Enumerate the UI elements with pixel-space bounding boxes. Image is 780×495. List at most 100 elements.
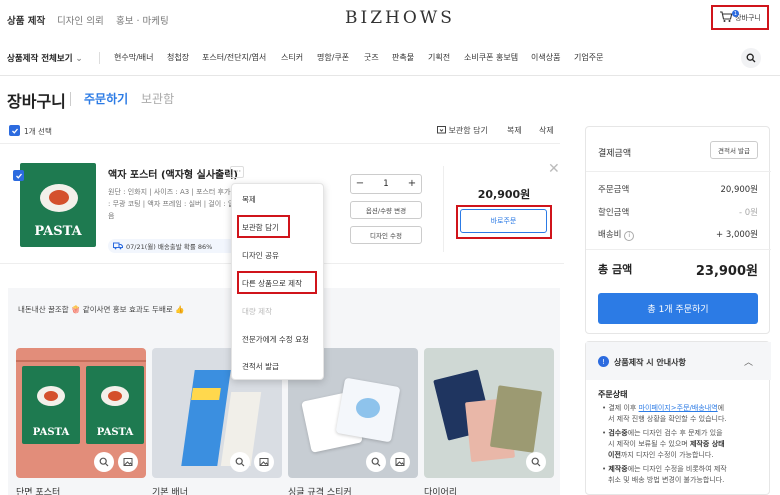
zoom-icon[interactable]	[366, 452, 386, 472]
cart-icon	[719, 10, 733, 26]
product-card-label[interactable]: 싱글 규격 스티커	[288, 485, 352, 495]
product-card-label[interactable]: 다이어리	[424, 485, 457, 495]
nav-product-making[interactable]: 상품 제작	[7, 13, 45, 27]
quantity-increase-button[interactable]: +	[405, 178, 419, 189]
product-thumbnail[interactable]: PASTA	[20, 163, 96, 247]
item-price: 20,900원	[477, 188, 531, 201]
logo[interactable]: BIZHOWS	[345, 8, 455, 28]
select-all-checkbox[interactable]	[9, 125, 20, 136]
hanging-rope	[16, 360, 146, 362]
cart-button[interactable]: 1 장바구니	[711, 5, 769, 30]
card-actions	[366, 452, 410, 472]
divider	[586, 171, 771, 172]
guide-text: 까지 디자인 수정이 가능합니다.	[620, 451, 714, 459]
menu-item-issue-quote[interactable]: 견적서 발급	[242, 361, 279, 372]
category-corporate[interactable]: 기업주문	[574, 52, 603, 63]
tab-saved[interactable]: 보관함	[141, 90, 174, 107]
quantity-value[interactable]: 1	[373, 179, 399, 189]
divider	[99, 52, 100, 64]
production-guide: ! 상품제작 시 안내사항 ︿ 주문상태 • 결제 이후 마이페이지>주문/배송…	[585, 341, 771, 495]
category-invitation[interactable]: 청첩장	[167, 52, 189, 63]
zoom-icon[interactable]	[230, 452, 250, 472]
chevron-up-icon[interactable]: ︿	[744, 355, 753, 368]
search-button[interactable]	[741, 48, 761, 68]
edit-design-button[interactable]: 디자인 수정	[350, 226, 422, 244]
category-promo-items[interactable]: 판촉물	[392, 52, 414, 63]
product-card-diary[interactable]	[424, 348, 554, 478]
guide-line: 취소 및 배송 방법 변경이 불가능합니다.	[608, 475, 768, 486]
menu-item-duplicate[interactable]: 복제	[242, 194, 256, 205]
guide-text: 시 제작이 보류될 수 있으며	[608, 440, 690, 448]
page-title: 장바구니	[7, 92, 66, 111]
guide-subtitle: 주문상태	[598, 390, 628, 399]
remove-item-icon[interactable]: ✕	[548, 162, 560, 176]
guide-line: • 검수중에는 디자인 검수 후 문제가 있을	[602, 429, 723, 437]
category-banner[interactable]: 현수막/배너	[114, 52, 154, 63]
cart-label: 장바구니	[735, 13, 761, 22]
image-icon[interactable]	[390, 452, 410, 472]
pasta-plate-image	[37, 386, 65, 406]
delete-button[interactable]: 삭제	[539, 125, 554, 136]
category-unique[interactable]: 이색상품	[531, 52, 560, 63]
guide-text: 결제 이후	[608, 404, 639, 412]
category-exhibition[interactable]: 기획전	[428, 52, 450, 63]
category-business-card[interactable]: 명함/쿠폰	[317, 52, 349, 63]
guide-text: 서 제작 진행 상황을 확인할 수 있습니다.	[608, 415, 727, 423]
order-button[interactable]: 총 1개 주문하기	[598, 293, 758, 324]
guide-header[interactable]: ! 상품제작 시 안내사항 ︿	[586, 342, 771, 380]
image-icon[interactable]	[118, 452, 138, 472]
save-to-storage-label: 보관함 담기	[448, 126, 488, 135]
guide-line: 시 제작이 보류될 수 있으며 제작중 상태	[608, 439, 768, 450]
menu-item-expert-edit-request[interactable]: 전문가에게 수정 요청	[242, 334, 309, 345]
zoom-icon[interactable]	[526, 452, 546, 472]
card-actions	[94, 452, 138, 472]
summary-total: 총 금액 23,900원	[598, 261, 758, 279]
item-checkbox[interactable]	[13, 170, 24, 181]
issue-quote-button[interactable]: 견적서 발급	[710, 141, 758, 159]
summary-value: + 3,000원	[716, 230, 758, 240]
quantity-decrease-button[interactable]: −	[353, 178, 367, 189]
guide-line: 서 제작 진행 상황을 확인할 수 있습니다.	[608, 414, 768, 425]
cart-count-badge: 1	[732, 10, 739, 17]
summary-row-shipping: 배송비 i + 3,000원	[598, 228, 758, 241]
check-icon	[15, 173, 22, 179]
banner-graphic	[191, 388, 221, 400]
guide-text: 취소 및 배송 방법 변경이 불가능합니다.	[608, 476, 725, 484]
more-options-button[interactable]: ···	[230, 166, 244, 178]
summary-row-order-amount: 주문금액 20,900원	[598, 183, 758, 195]
nav-design-request[interactable]: 디자인 의뢰	[57, 13, 104, 27]
all-products-label: 상품제작 전체보기	[7, 54, 73, 64]
divider	[70, 92, 71, 106]
save-to-storage-button[interactable]: 보관함 담기	[437, 125, 488, 136]
duplicate-button[interactable]: 복제	[507, 125, 522, 136]
guide-text-bold: 이전	[608, 451, 621, 459]
divider	[443, 166, 444, 252]
category-poster[interactable]: 포스터/전단지/엽서	[202, 52, 266, 63]
check-icon	[11, 128, 18, 134]
poster-image: PASTA	[86, 366, 144, 444]
info-icon[interactable]: i	[624, 231, 635, 241]
nav-marketing[interactable]: 홍보 · 마케팅	[116, 13, 169, 27]
all-products-dropdown[interactable]: 상품제작 전체보기 ⌄	[7, 52, 83, 64]
product-card-poster[interactable]: PASTA PASTA	[16, 348, 146, 478]
guide-text: 에는 디자인 검수 후 문제가 있을	[627, 429, 723, 437]
change-options-button[interactable]: 옵션/수량 변경	[350, 201, 422, 219]
card-actions	[230, 452, 274, 472]
mypage-orders-link[interactable]: 마이페이지>주문/배송내역	[639, 404, 718, 412]
menu-item-share-design[interactable]: 디자인 공유	[242, 250, 279, 261]
guide-text-bold: 제작중	[608, 465, 628, 473]
category-goods[interactable]: 굿즈	[364, 52, 379, 63]
image-icon[interactable]	[254, 452, 274, 472]
product-card-label[interactable]: 기본 배너	[152, 485, 188, 495]
storage-icon	[437, 126, 446, 134]
buy-now-button[interactable]: 바로주문	[460, 209, 547, 233]
chevron-down-icon: ⌄	[75, 54, 83, 64]
summary-title: 결제금액	[598, 149, 632, 159]
card-actions	[526, 452, 546, 472]
tab-order[interactable]: 주문하기	[84, 90, 128, 107]
category-coupon-promo[interactable]: 소비쿠폰 홍보템	[464, 52, 518, 63]
product-card-label[interactable]: 단면 포스터	[16, 485, 60, 495]
category-sticker[interactable]: 스티커	[281, 52, 303, 63]
zoom-icon[interactable]	[94, 452, 114, 472]
guide-text-bold: 제작중 상태	[689, 440, 725, 448]
